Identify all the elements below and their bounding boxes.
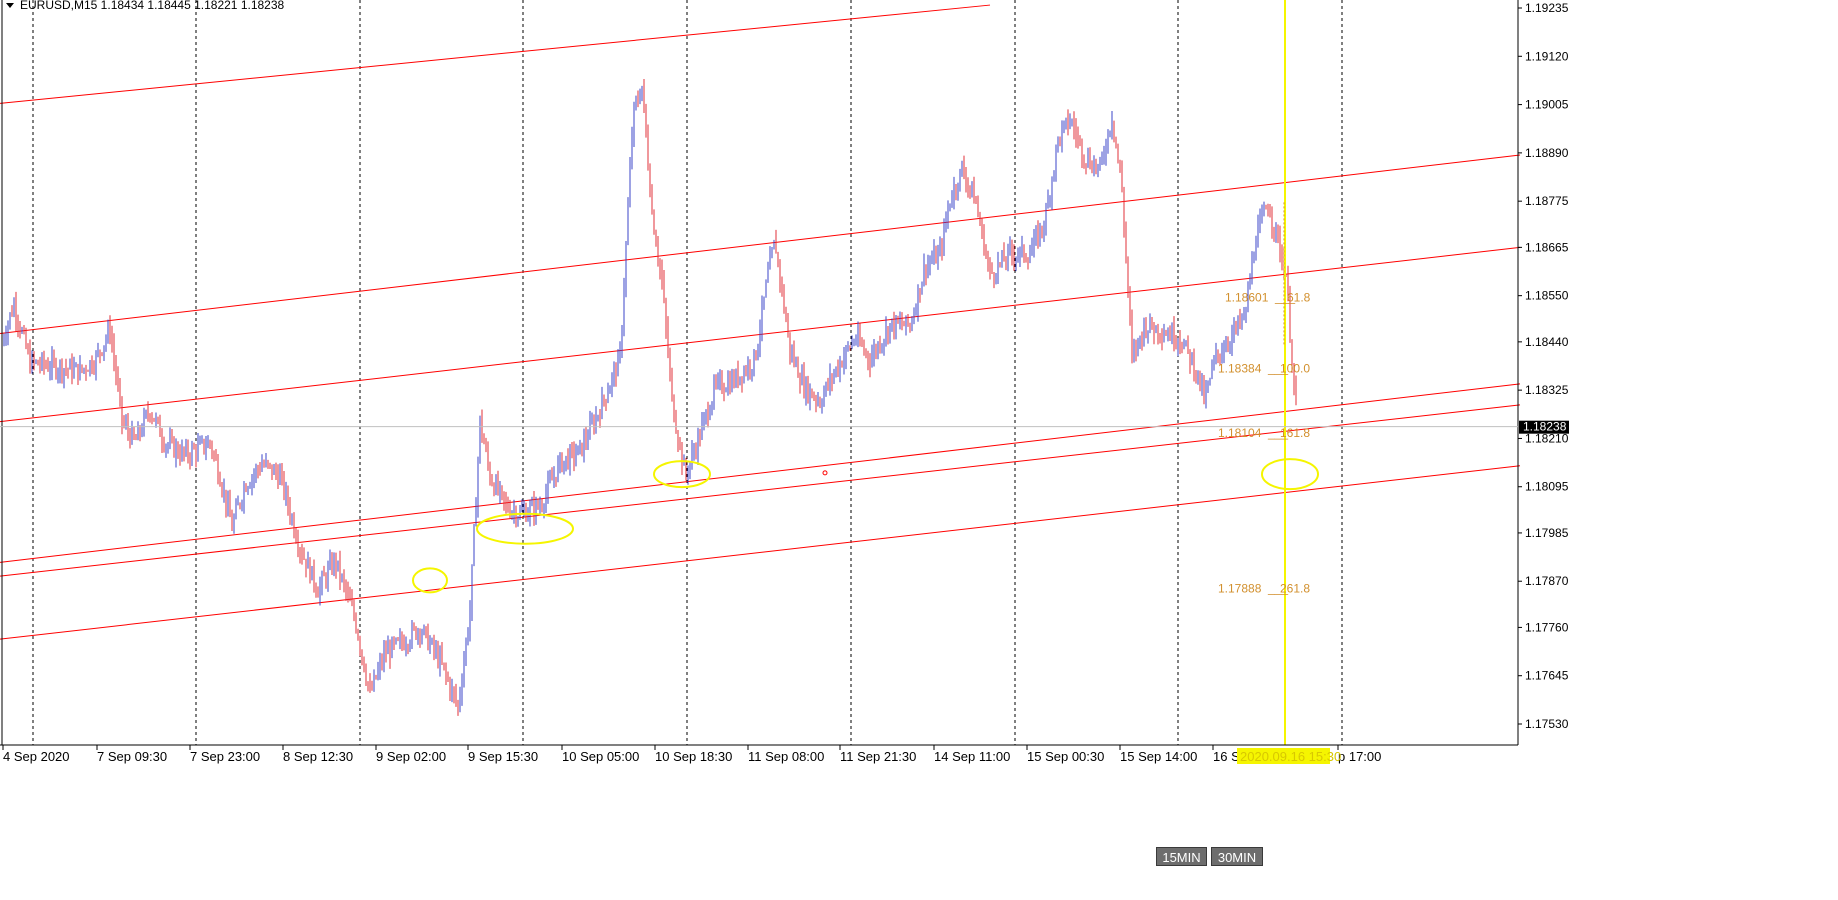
current-price-label: 1.18238 xyxy=(1523,420,1567,434)
time-tick-label-6: 10 Sep 05:00 xyxy=(562,749,639,764)
price-tick-label-13: 1.17760 xyxy=(1525,620,1569,634)
marker-ellipse-2 xyxy=(412,567,448,594)
time-tick-label-9: 11 Sep 21:30 xyxy=(840,749,916,764)
marker-dot xyxy=(822,470,828,476)
price-tick-label-14: 1.17645 xyxy=(1525,669,1569,683)
time-tick-label-14: p 17:00 xyxy=(1338,749,1381,764)
price-chart[interactable]: 1.18601 ___61.81.18384 ___100.01.18104 ___1… xyxy=(0,0,1838,900)
price-tick-label-2: 1.19005 xyxy=(1525,98,1569,112)
fib-price-0: 1.18601 xyxy=(1225,291,1269,305)
chart-title: EURUSD,M15 1.18434 1.18445 1.18221 1.182… xyxy=(20,0,285,12)
marker-ellipse-3 xyxy=(1261,458,1319,491)
fib-level-3: 261.8 xyxy=(1280,582,1310,596)
fib-level-0: 61.8 xyxy=(1287,291,1311,305)
price-tick-label-5: 1.18665 xyxy=(1525,240,1569,254)
timeframe-15min-button[interactable]: 15MIN xyxy=(1156,847,1207,866)
channel-line-3[interactable] xyxy=(0,383,1521,563)
fib-price-3: 1.17888 xyxy=(1218,582,1262,596)
chevron-down-icon[interactable] xyxy=(6,3,14,8)
time-tick-label-4: 9 Sep 02:00 xyxy=(376,749,446,764)
time-axis: 4 Sep 2020 7 Sep 09:30 7 Sep 23:00 8 Sep 12… xyxy=(2,745,1381,764)
price-tick-label-12: 1.17870 xyxy=(1525,574,1569,588)
time-tick-label-5: 9 Sep 15:30 xyxy=(468,749,538,764)
time-gridlines xyxy=(32,0,1343,745)
fib-price-2: 1.18104 xyxy=(1218,426,1262,440)
time-tick-label-10: 14 Sep 11:00 xyxy=(934,749,1010,764)
time-tick-label-1: 7 Sep 09:30 xyxy=(97,749,167,764)
price-tick-label-0: 1.19235 xyxy=(1525,1,1569,15)
time-tick-label-0: 4 Sep 2020 xyxy=(3,749,70,764)
fib-price-1: 1.18384 xyxy=(1218,362,1262,376)
price-tick-label-7: 1.18440 xyxy=(1525,335,1569,349)
fib-level-1: 100.0 xyxy=(1280,362,1310,376)
yellow-annotations[interactable] xyxy=(412,0,1319,745)
price-tick-label-3: 1.18890 xyxy=(1525,146,1569,160)
price-tick-label-6: 1.18550 xyxy=(1525,289,1569,303)
time-tick-label-8: 11 Sep 08:00 xyxy=(748,749,824,764)
time-tick-label-3: 8 Sep 12:30 xyxy=(283,749,353,764)
fibonacci-levels[interactable]: 1.18601 ___61.81.18384 ___100.01.18104 ___1… xyxy=(1218,202,1311,596)
price-tick-label-10: 1.18095 xyxy=(1525,480,1569,494)
fib-level-2: 161.8 xyxy=(1280,426,1310,440)
time-tick-label-7: 10 Sep 18:30 xyxy=(655,749,732,764)
price-tick-label-15: 1.17530 xyxy=(1525,717,1569,731)
time-tick-label-12: 15 Sep 14:00 xyxy=(1120,749,1197,764)
price-tick-label-8: 1.18325 xyxy=(1525,383,1569,397)
price-axis: 1.19235 1.19120 1.19005 1.18890 1.18775 1.186… xyxy=(1518,1,1569,731)
price-tick-label-1: 1.19120 xyxy=(1525,49,1569,63)
price-tick-label-11: 1.17985 xyxy=(1525,526,1569,540)
channel-line-1[interactable] xyxy=(0,154,1521,334)
cursor-time-label: 2020.09.16 15:30 xyxy=(1240,749,1341,764)
timeframe-30min-button[interactable]: 30MIN xyxy=(1211,847,1263,866)
time-tick-label-2: 7 Sep 23:00 xyxy=(190,749,260,764)
channel-line-0[interactable] xyxy=(0,4,991,104)
marker-ellipse-0 xyxy=(476,512,574,545)
time-tick-label-11: 15 Sep 00:30 xyxy=(1027,749,1104,764)
price-tick-label-4: 1.18775 xyxy=(1525,194,1569,208)
